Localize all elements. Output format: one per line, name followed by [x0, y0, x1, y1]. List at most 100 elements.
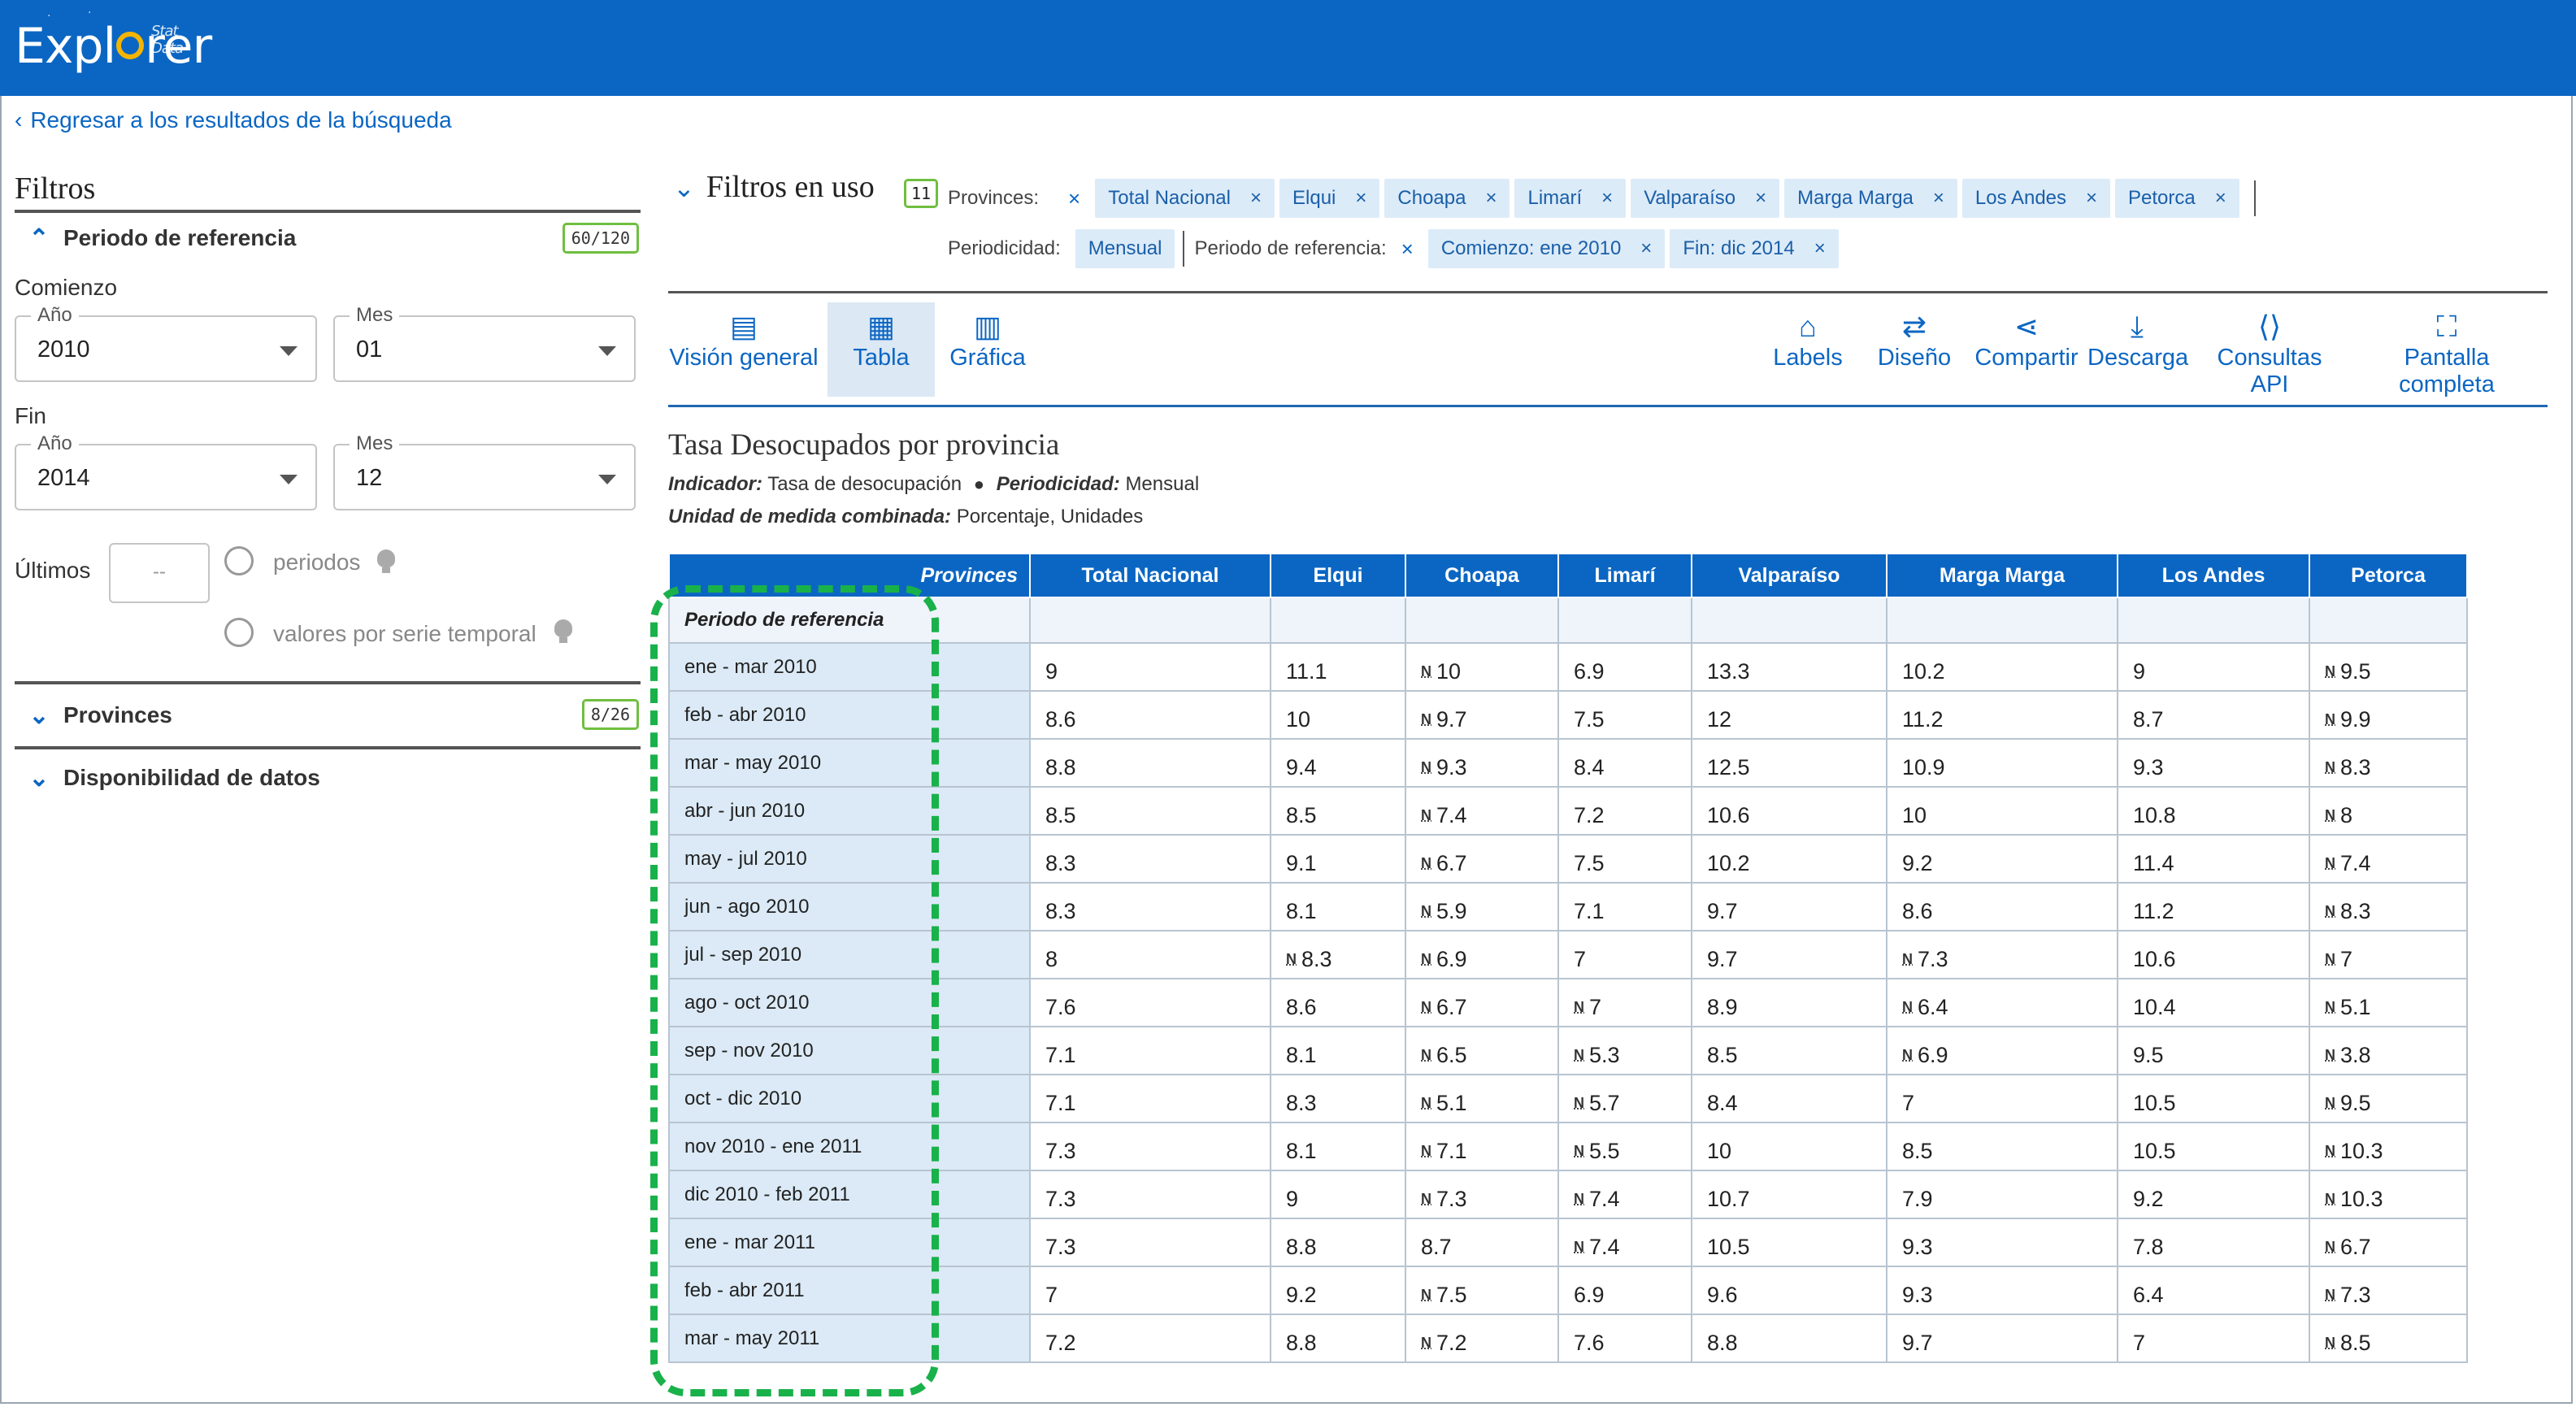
flag-n-icon[interactable]: N	[2325, 807, 2335, 824]
period-chip-row: Periodicidad: Mensual Periodo de referen…	[948, 229, 1844, 268]
flag-n-icon[interactable]: N	[1421, 855, 1431, 872]
periodo-section-header[interactable]: ⌃ Periodo de referencia 60/120	[15, 213, 641, 263]
provinces-section-header[interactable]: ⌄ Provinces 8/26	[15, 684, 641, 746]
flag-n-icon[interactable]: N	[2325, 855, 2335, 872]
flag-n-icon[interactable]: N	[2325, 951, 2335, 968]
flag-n-icon[interactable]: N	[1574, 1191, 1584, 1208]
labels-button[interactable]: ⌂ Labels	[1766, 302, 1850, 397]
chip-choapa[interactable]: Choapa ×	[1384, 179, 1510, 218]
descarga-button[interactable]: ⤓ Descarga	[2087, 302, 2188, 397]
valores-radio[interactable]	[224, 618, 254, 647]
flag-n-icon[interactable]: N	[2325, 1191, 2335, 1208]
periodos-radio[interactable]	[224, 546, 254, 575]
close-icon[interactable]: ×	[1485, 187, 1497, 210]
chip-los-andes[interactable]: Los Andes ×	[1961, 179, 2111, 218]
cell-value: 7.4	[2340, 851, 2371, 875]
close-icon[interactable]: ×	[1601, 187, 1613, 210]
cell-value: 6.4	[1918, 995, 1948, 1019]
fin-mes-select[interactable]: Mes 12	[333, 432, 636, 510]
cell-value: 10.5	[1707, 1235, 1750, 1259]
consultas-api-button[interactable]: ⟨⟩ Consultas API	[2196, 302, 2343, 397]
flag-n-icon[interactable]: N	[1421, 1143, 1431, 1160]
flag-n-icon[interactable]: N	[1421, 951, 1431, 968]
close-icon[interactable]: ×	[2086, 187, 2097, 210]
comienzo-mes-select[interactable]: Mes 01	[333, 304, 636, 382]
flag-n-icon[interactable]: N	[2325, 1095, 2335, 1112]
flag-n-icon[interactable]: N	[1902, 1047, 1913, 1064]
tab-grafica[interactable]: ▥ Gráfica	[940, 302, 1036, 397]
chip-elqui[interactable]: Elqui ×	[1279, 179, 1380, 218]
tab-tabla[interactable]: ▦ Tabla	[828, 302, 935, 397]
flag-n-icon[interactable]: N	[2325, 711, 2335, 728]
comienzo-anio-select[interactable]: Año 2010	[15, 304, 317, 382]
chip-marga-marga[interactable]: Marga Marga ×	[1784, 179, 1957, 218]
close-icon[interactable]: ×	[1250, 187, 1262, 210]
close-icon[interactable]: ×	[1933, 187, 1944, 210]
back-to-results-link[interactable]: ‹ Regresar a los resultados de la búsqued…	[15, 107, 452, 133]
flag-n-icon[interactable]: N	[1574, 1095, 1584, 1112]
filters-in-use-toggle[interactable]: ⌄ Filtros en uso	[673, 169, 875, 205]
flag-n-icon[interactable]: N	[1421, 663, 1431, 680]
flag-n-icon[interactable]: N	[1902, 951, 1913, 968]
flag-n-icon[interactable]: N	[1574, 1047, 1584, 1064]
cell-value: 9.7	[1902, 1331, 1933, 1355]
chip-label: Limarí	[1527, 187, 1583, 209]
flag-n-icon[interactable]: N	[1574, 999, 1584, 1016]
close-icon[interactable]: ×	[2215, 187, 2226, 210]
chip-valparaiso[interactable]: Valparaíso ×	[1631, 179, 1780, 218]
flag-n-icon[interactable]: N	[1574, 1239, 1584, 1256]
flag-n-icon[interactable]: N	[2325, 1239, 2335, 1256]
flag-n-icon[interactable]: N	[1421, 999, 1431, 1016]
lightbulb-icon[interactable]	[554, 619, 572, 643]
flag-n-icon[interactable]: N	[1421, 1047, 1431, 1064]
close-icon[interactable]: ×	[1640, 237, 1652, 260]
chart-icon: ▥	[973, 310, 1001, 343]
chip-fin[interactable]: Fin: dic 2014 ×	[1670, 229, 1839, 268]
pantalla-completa-button[interactable]: ⛶ Pantalla completa	[2354, 302, 2539, 397]
chip-comienzo[interactable]: Comienzo: ene 2010 ×	[1427, 229, 1666, 268]
flag-n-icon[interactable]: N	[1421, 1335, 1431, 1352]
chip-mensual[interactable]: Mensual	[1075, 229, 1175, 268]
clear-provinces-icon[interactable]: ×	[1068, 186, 1080, 211]
diseno-button[interactable]: ⇄ Diseño	[1871, 302, 1957, 397]
disponibilidad-section-header[interactable]: ⌄ Disponibilidad de datos	[15, 749, 641, 806]
flag-n-icon[interactable]: N	[1421, 903, 1431, 920]
chip-label: Valparaíso	[1644, 187, 1736, 209]
flag-n-icon[interactable]: N	[1574, 1143, 1584, 1160]
flag-n-icon[interactable]: N	[1902, 999, 1913, 1016]
close-icon[interactable]: ×	[1755, 187, 1766, 210]
ultimos-input[interactable]: --	[109, 543, 210, 603]
compartir-button[interactable]: ⋖ Compartir	[1974, 302, 2079, 397]
flag-n-icon[interactable]: N	[1421, 1287, 1431, 1304]
tab-vision-general[interactable]: ▤ Visión general	[668, 302, 819, 397]
flag-n-icon[interactable]: N	[2325, 1335, 2335, 1352]
flag-n-icon[interactable]: N	[1421, 807, 1431, 824]
periodo-section-label: Periodo de referencia	[63, 225, 297, 250]
period-row-header: ago - oct 2010	[668, 978, 1031, 1027]
flag-n-icon[interactable]: N	[2325, 1287, 2335, 1304]
chip-total-nacional[interactable]: Total Nacional ×	[1095, 179, 1275, 218]
flag-n-icon[interactable]: N	[2325, 999, 2335, 1016]
flag-n-icon[interactable]: N	[1421, 711, 1431, 728]
flag-n-icon[interactable]: N	[2325, 903, 2335, 920]
close-icon[interactable]: ×	[1355, 187, 1366, 210]
flag-n-icon[interactable]: N	[2325, 663, 2335, 680]
flag-n-icon[interactable]: N	[2325, 1143, 2335, 1160]
table-row: feb - abr 2011 7 9.2 N 7.5 6.9 9.6 9.3 6.4 N 7.3	[668, 1266, 2468, 1315]
flag-n-icon[interactable]: N	[2325, 1047, 2335, 1064]
fin-anio-select[interactable]: Año 2014	[15, 432, 317, 510]
chip-limari[interactable]: Limarí ×	[1514, 179, 1627, 218]
data-cell: 9.2	[1886, 834, 2118, 884]
flag-n-icon[interactable]: N	[1421, 1095, 1431, 1112]
data-cell: N 5.9	[1405, 882, 1559, 931]
chip-petorca[interactable]: Petorca ×	[2115, 179, 2239, 218]
flag-n-icon[interactable]: N	[2325, 759, 2335, 776]
data-cell: N 7.3	[2309, 1266, 2468, 1315]
clear-period-icon[interactable]: ×	[1401, 237, 1414, 262]
lightbulb-icon[interactable]	[377, 549, 395, 573]
flag-n-icon[interactable]: N	[1421, 1191, 1431, 1208]
flag-n-icon[interactable]: N	[1421, 759, 1431, 776]
explorer-logo[interactable]: · · Expl rer Stat Data	[15, 7, 212, 75]
flag-n-icon[interactable]: N	[1286, 951, 1297, 968]
close-icon[interactable]: ×	[1814, 237, 1826, 260]
